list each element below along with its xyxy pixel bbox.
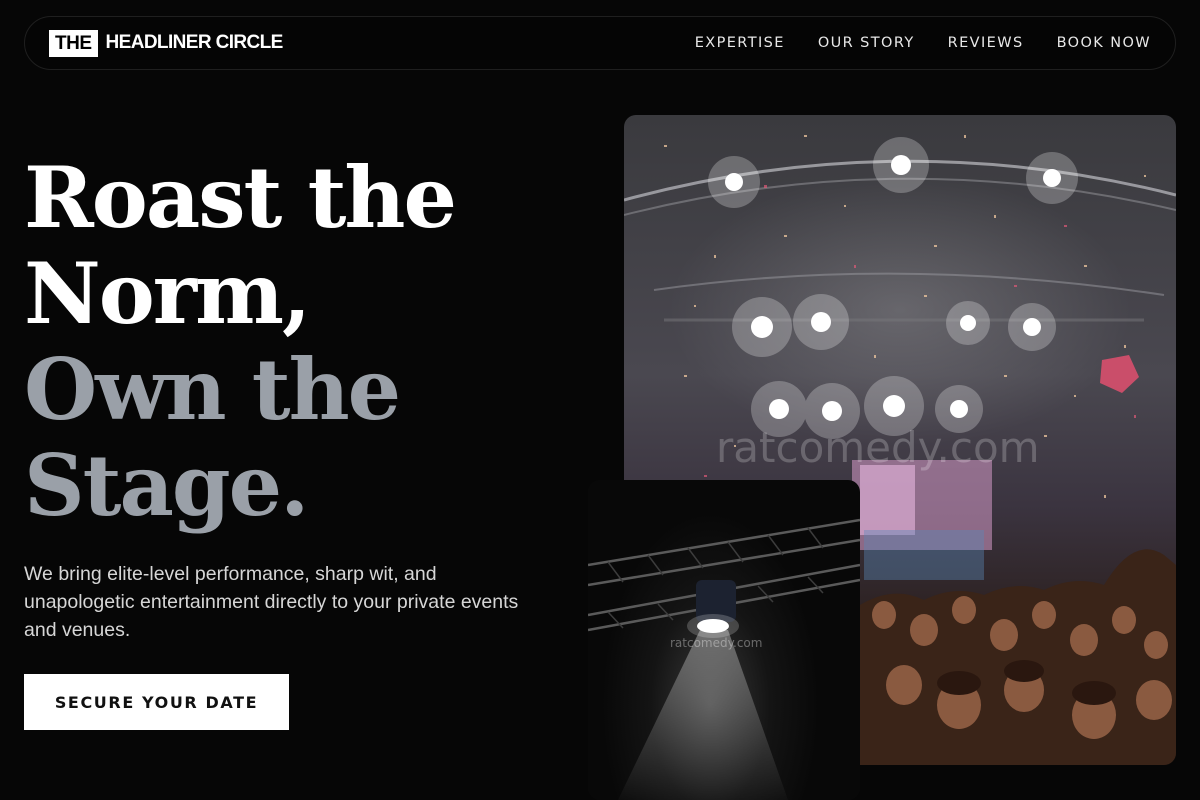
logo-text: HEADLINER CIRCLE <box>105 32 284 53</box>
secure-date-button[interactable]: SECURE YOUR DATE <box>24 674 289 730</box>
hero-headline: Roast the Norm, Own the Stage. <box>24 150 584 534</box>
main-image-watermark: ratcomedy.com <box>716 423 1040 472</box>
headline-line-2: Norm, <box>24 244 311 343</box>
logo-mark: THE <box>49 29 98 57</box>
headline-line-3: Own the <box>24 340 401 439</box>
nav-link-reviews[interactable]: REVIEWS <box>948 35 1024 51</box>
nav-link-our-story[interactable]: OUR STORY <box>818 35 915 51</box>
hero-subtitle: We bring elite-level performance, sharp … <box>24 563 519 641</box>
nav-link-book-now[interactable]: BOOK NOW <box>1057 35 1151 51</box>
brand-logo[interactable]: THE HEADLINER CIRCLE <box>49 29 284 57</box>
headline-line-1: Roast the <box>24 148 457 247</box>
top-nav: THE HEADLINER CIRCLE EXPERTISE OUR STORY… <box>24 16 1176 70</box>
inset-image-watermark: ratcomedy.com <box>670 636 763 650</box>
nav-link-expertise[interactable]: EXPERTISE <box>695 35 785 51</box>
spotlight-image: ratcomedy.com <box>588 480 860 800</box>
nav-links: EXPERTISE OUR STORY REVIEWS BOOK NOW <box>695 35 1151 51</box>
headline-line-4: Stage. <box>24 436 309 535</box>
